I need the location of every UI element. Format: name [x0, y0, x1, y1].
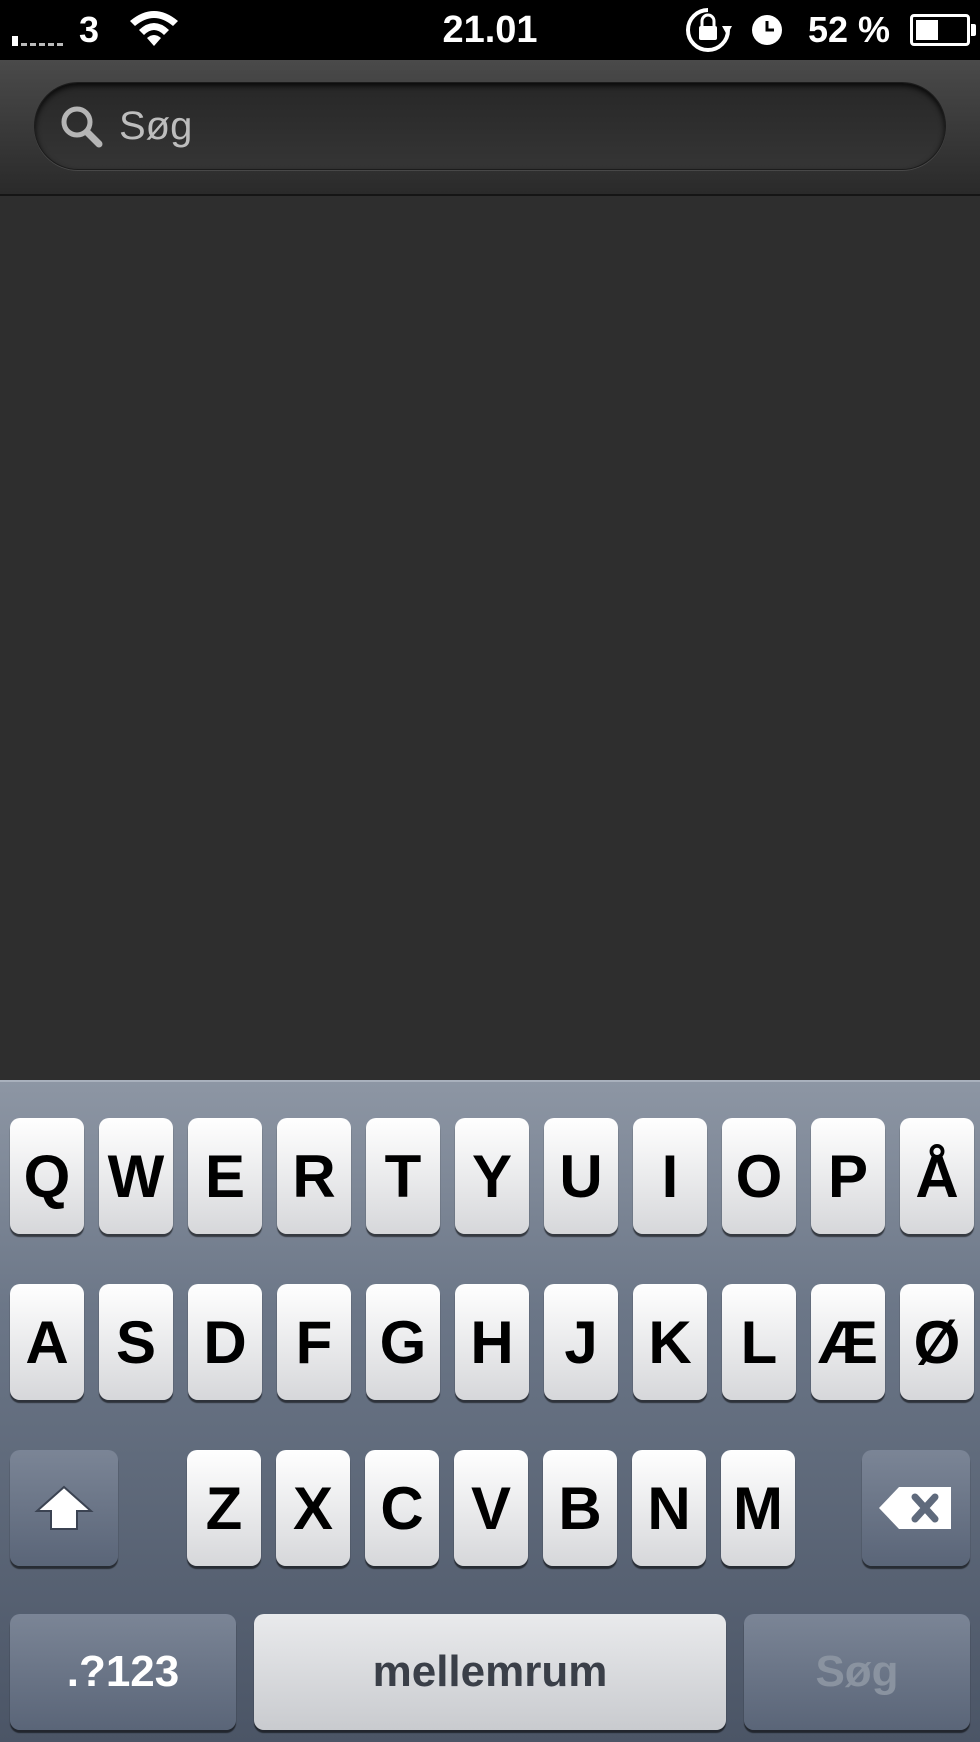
key-u[interactable]: U — [544, 1118, 618, 1234]
key-o[interactable]: O — [722, 1118, 796, 1234]
search-header — [0, 60, 980, 196]
key-x[interactable]: X — [276, 1450, 350, 1566]
key-r[interactable]: R — [277, 1118, 351, 1234]
shift-key[interactable] — [10, 1450, 118, 1566]
key-j[interactable]: J — [544, 1284, 618, 1400]
search-icon — [61, 106, 103, 148]
key-l[interactable]: L — [722, 1284, 796, 1400]
battery-percent: 52 % — [807, 9, 890, 50]
key-g[interactable]: G — [366, 1284, 440, 1400]
space-key[interactable]: mellemrum — [254, 1614, 726, 1730]
numbers-key[interactable]: .?123 — [10, 1614, 236, 1730]
alarm-clock-icon — [751, 15, 782, 45]
key-d[interactable]: D — [188, 1284, 262, 1400]
key-z[interactable]: Z — [187, 1450, 261, 1566]
key-k[interactable]: K — [633, 1284, 707, 1400]
backspace-key[interactable] — [862, 1450, 970, 1566]
key-p[interactable]: P — [811, 1118, 885, 1234]
key-y[interactable]: Y — [455, 1118, 529, 1234]
key-æ[interactable]: Æ — [811, 1284, 885, 1400]
key-w[interactable]: W — [99, 1118, 173, 1234]
status-right: 52 % — [684, 0, 976, 60]
battery-fill — [916, 20, 938, 40]
key-å[interactable]: Å — [900, 1118, 974, 1234]
key-e[interactable]: E — [188, 1118, 262, 1234]
key-a[interactable]: A — [10, 1284, 84, 1400]
key-ø[interactable]: Ø — [900, 1284, 974, 1400]
key-t[interactable]: T — [366, 1118, 440, 1234]
key-s[interactable]: S — [99, 1284, 173, 1400]
key-c[interactable]: C — [365, 1450, 439, 1566]
search-field[interactable] — [34, 82, 946, 170]
key-b[interactable]: B — [543, 1450, 617, 1566]
shift-icon — [34, 1485, 94, 1530]
key-f[interactable]: F — [277, 1284, 351, 1400]
key-h[interactable]: H — [455, 1284, 529, 1400]
search-input[interactable] — [117, 95, 945, 157]
key-q[interactable]: Q — [10, 1118, 84, 1234]
backspace-icon — [879, 1487, 951, 1529]
key-n[interactable]: N — [632, 1450, 706, 1566]
keyboard: .?123 mellemrum Søg QWERTYUIOPÅ ASDFGHJKL… — [0, 1080, 980, 1742]
key-v[interactable]: V — [454, 1450, 528, 1566]
search-key[interactable]: Søg — [744, 1614, 970, 1730]
rotation-lock-icon — [685, 8, 732, 52]
status-bar: 3 21.01 52 % — [0, 0, 980, 60]
battery-icon — [910, 14, 976, 46]
key-i[interactable]: I — [633, 1118, 707, 1234]
key-m[interactable]: M — [721, 1450, 795, 1566]
